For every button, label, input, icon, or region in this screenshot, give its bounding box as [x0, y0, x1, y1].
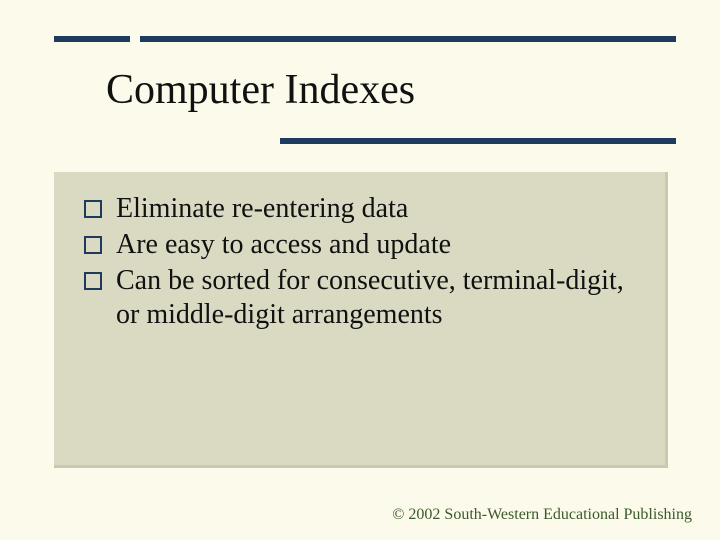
bullet-text: Eliminate re-entering data [116, 192, 408, 226]
content-panel: Eliminate re-entering data Are easy to a… [54, 172, 668, 468]
square-bullet-icon [84, 272, 102, 290]
bullet-text: Are easy to access and update [116, 228, 451, 262]
accent-line-short [54, 36, 130, 42]
square-bullet-icon [84, 200, 102, 218]
slide-title: Computer Indexes [106, 66, 415, 114]
bullet-list: Eliminate re-entering data Are easy to a… [84, 192, 637, 333]
copyright-footer: © 2002 South-Western Educational Publish… [392, 506, 692, 524]
list-item: Eliminate re-entering data [84, 192, 637, 226]
square-bullet-icon [84, 236, 102, 254]
accent-line-long [140, 36, 676, 42]
divider-line [280, 138, 676, 144]
bullet-text: Can be sorted for consecutive, terminal-… [116, 264, 637, 332]
slide: Computer Indexes Eliminate re-entering d… [0, 0, 720, 540]
list-item: Can be sorted for consecutive, terminal-… [84, 264, 637, 332]
list-item: Are easy to access and update [84, 228, 637, 262]
